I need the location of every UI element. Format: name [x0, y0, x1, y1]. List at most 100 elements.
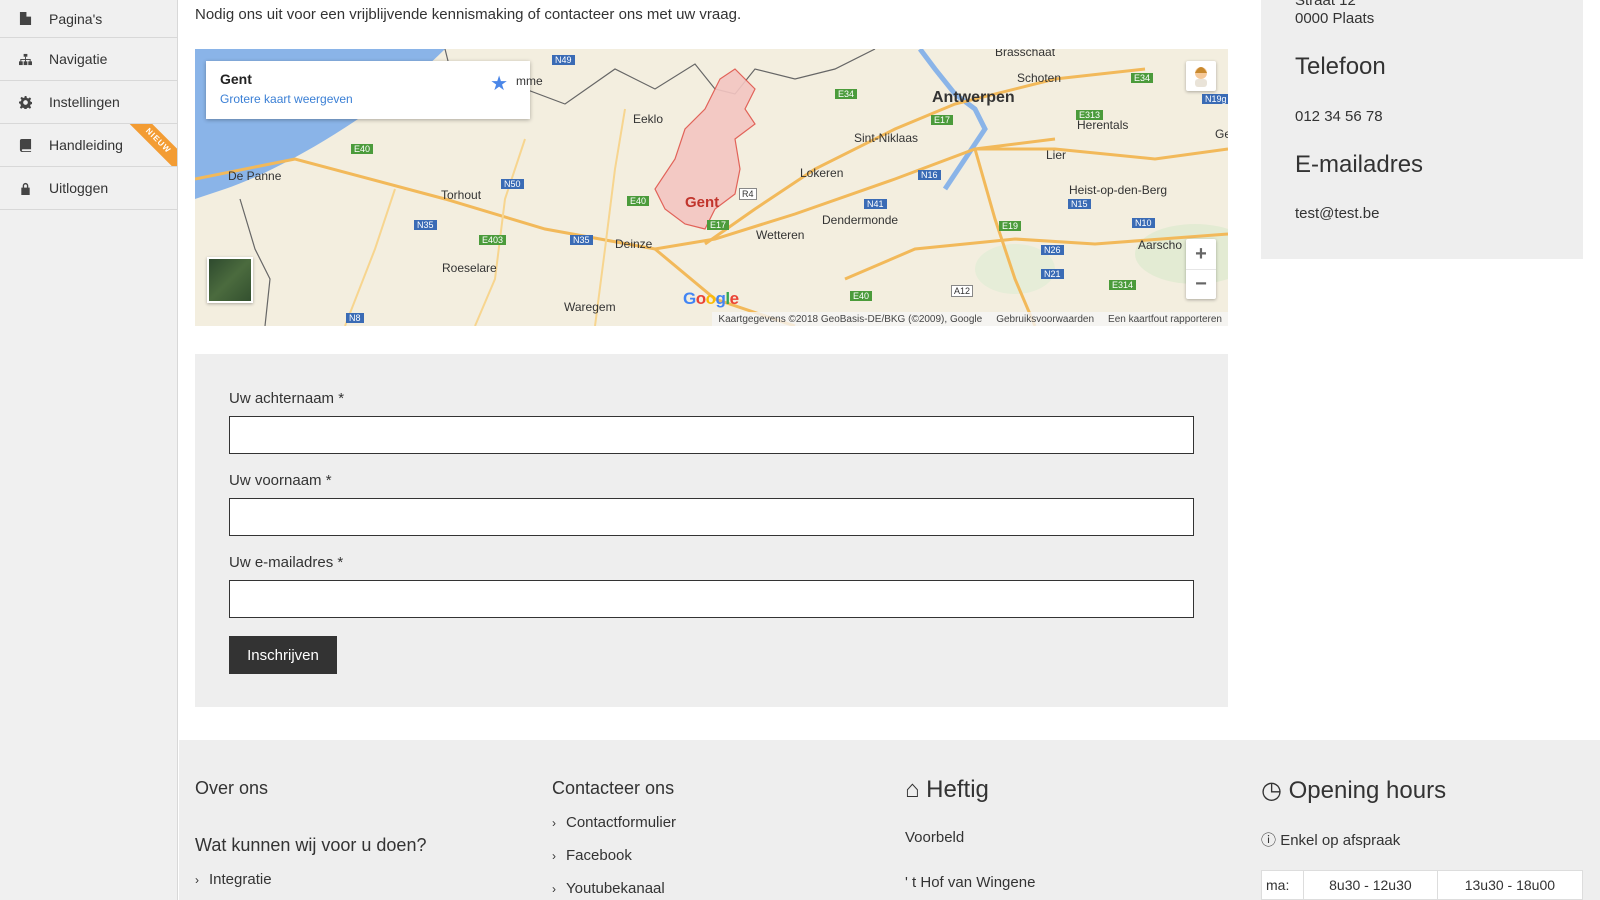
- satellite-toggle[interactable]: [207, 257, 253, 303]
- footer-link-facebook[interactable]: › Facebook: [552, 847, 632, 864]
- map-label-mme: mme: [516, 74, 543, 88]
- email-input[interactable]: [229, 580, 1194, 618]
- address-street: Straat 12: [1295, 0, 1356, 9]
- address-city: 0000 Plaats: [1295, 10, 1375, 27]
- map-label-antwerpen: Antwerpen: [932, 89, 1015, 106]
- hours-note: ⓘ Enkel op afspraak: [1261, 829, 1400, 850]
- map-label-schoten: Schoten: [1017, 71, 1062, 85]
- map-report-link[interactable]: Een kaartfout rapporteren: [1108, 314, 1222, 325]
- zoom-out-button[interactable]: −: [1186, 269, 1216, 299]
- company-line1: Voorbeld: [905, 829, 965, 846]
- road-shield: A12: [951, 285, 974, 297]
- email-label: Uw e-mailadres *: [229, 554, 344, 571]
- footer-link-integratie[interactable]: › Integratie: [195, 871, 272, 888]
- hours-day: ma:: [1261, 870, 1304, 900]
- chevron-right-icon: ›: [552, 816, 556, 830]
- road-shield: N15: [1068, 199, 1091, 209]
- footer-link-label: Facebook: [566, 847, 632, 864]
- subscribe-button[interactable]: Inschrijven: [229, 636, 337, 674]
- larger-map-link[interactable]: Grotere kaart weergeven: [220, 92, 516, 106]
- road-shield: E40: [850, 291, 873, 301]
- map-label-waregem: Waregem: [564, 300, 616, 314]
- gear-icon: [17, 94, 33, 110]
- hours-heading: ◷ Opening hours: [1261, 776, 1446, 805]
- road-shield: N10: [1132, 218, 1155, 228]
- map-terms-link[interactable]: Gebruiksvoorwaarden: [996, 314, 1094, 325]
- map-attribution: Kaartgegevens ©2018 GeoBasis-DE/BKG (©20…: [718, 313, 983, 325]
- pegman-icon[interactable]: [1186, 61, 1216, 91]
- google-logo: Google: [683, 289, 739, 308]
- road-shield: N35: [414, 220, 437, 230]
- road-shield: E40: [627, 196, 650, 206]
- star-icon[interactable]: ★: [490, 71, 508, 96]
- map-label-dendermonde: Dendermonde: [822, 213, 899, 227]
- phone-heading: Telefoon: [1295, 53, 1386, 80]
- sidebar-item-manual[interactable]: Handleiding NIEUW: [0, 124, 177, 167]
- sidebar-item-label: Uitloggen: [49, 180, 109, 196]
- road-shield: E17: [931, 115, 954, 125]
- sidebar-item-logout[interactable]: Uitloggen: [0, 167, 177, 210]
- sidebar-item-label: Pagina's: [49, 10, 103, 27]
- lock-icon: [17, 180, 33, 196]
- sidebar-item-navigation[interactable]: Navigatie: [0, 38, 177, 81]
- map-label-herentals: Herentals: [1077, 118, 1129, 132]
- company-heading-text: Heftig: [926, 776, 989, 803]
- sitemap-icon: [17, 51, 33, 67]
- clock-icon: ◷: [1261, 777, 1282, 804]
- footer-link-contactformulier[interactable]: › Contactformulier: [552, 814, 676, 831]
- map-label-heist: Heist-op-den-Berg: [1069, 183, 1168, 197]
- map-place-title: Gent: [220, 71, 252, 87]
- footer-link-label: Integratie: [209, 871, 272, 888]
- chevron-right-icon: ›: [195, 873, 199, 887]
- email-heading: E-mailadres: [1295, 151, 1424, 178]
- footer-link-label: Youtubekanaal: [566, 880, 665, 897]
- email-address: test@test.be: [1295, 205, 1380, 222]
- map-place-card: Gent Grotere kaart weergeven ★ mme: [206, 61, 543, 119]
- sidebar-item-label: Handleiding: [49, 137, 123, 153]
- map-label-gent: Gent: [685, 194, 720, 211]
- sidebar-item-label: Instellingen: [49, 94, 120, 110]
- lastname-input[interactable]: [229, 416, 1194, 454]
- road-shield: E17: [707, 220, 730, 230]
- hours-heading-text: Opening hours: [1288, 777, 1447, 804]
- road-shield: E34: [1131, 73, 1154, 83]
- road-shield: E19: [999, 221, 1022, 231]
- about-heading[interactable]: Over ons: [195, 778, 268, 799]
- map-label-de-panne: De Panne: [228, 169, 282, 183]
- map-label-eeklo: Eeklo: [633, 112, 664, 126]
- zoom-in-button[interactable]: +: [1186, 239, 1216, 269]
- site-footer: Over ons Wat kunnen wij voor u doen? › In…: [179, 740, 1600, 900]
- map-label-lokeren: Lokeren: [800, 166, 844, 180]
- road-shield: N21: [1041, 269, 1064, 279]
- firstname-input[interactable]: [229, 498, 1194, 536]
- admin-sidebar: Pagina's Navigatie Instellingen Handleid…: [0, 0, 178, 900]
- road-shield: N41: [864, 199, 887, 209]
- road-shield: N49: [552, 55, 575, 65]
- contact-panel: Straat 12 0000 Plaats Telefoon 012 34 56…: [1261, 0, 1583, 259]
- map-label-brasschaat: Brasschaat: [995, 49, 1056, 59]
- map-label-lier: Lier: [1046, 148, 1067, 162]
- sidebar-item-pages[interactable]: Pagina's: [0, 0, 177, 38]
- road-shield: N8: [346, 313, 364, 323]
- footer-link-youtube[interactable]: › Youtubekanaal: [552, 880, 665, 897]
- phone-number: 012 34 56 78: [1295, 108, 1383, 125]
- company-line2: ' t Hof van Wingene: [905, 874, 1036, 891]
- footer-link-label: Contactformulier: [566, 814, 677, 831]
- table-row: ma: 8u30 - 12u30 13u30 - 18u00: [1261, 870, 1584, 900]
- google-map[interactable]: Antwerpen Gent Brasschaat Schoten Eeklo …: [195, 49, 1228, 326]
- hours-note-text: Enkel op afspraak: [1280, 832, 1401, 849]
- map-label-torhout: Torhout: [441, 188, 482, 202]
- sidebar-item-settings[interactable]: Instellingen: [0, 81, 177, 124]
- intro-text: Nodig ons uit voor een vrijblijvende ken…: [195, 6, 742, 23]
- map-label-deinze: Deinze: [615, 237, 653, 251]
- road-shield: E314: [1109, 280, 1137, 290]
- road-shield: N50: [501, 179, 524, 189]
- map-label-aarschot: Aarscho: [1138, 238, 1183, 252]
- new-badge: NIEUW: [126, 124, 177, 166]
- road-shield: N16: [918, 170, 941, 180]
- company-heading: ⌂ Heftig: [905, 776, 989, 804]
- road-shield: E40: [351, 144, 374, 154]
- road-shield: N35: [570, 235, 593, 245]
- road-shield: E403: [479, 235, 507, 245]
- road-shield: E34: [835, 89, 858, 99]
